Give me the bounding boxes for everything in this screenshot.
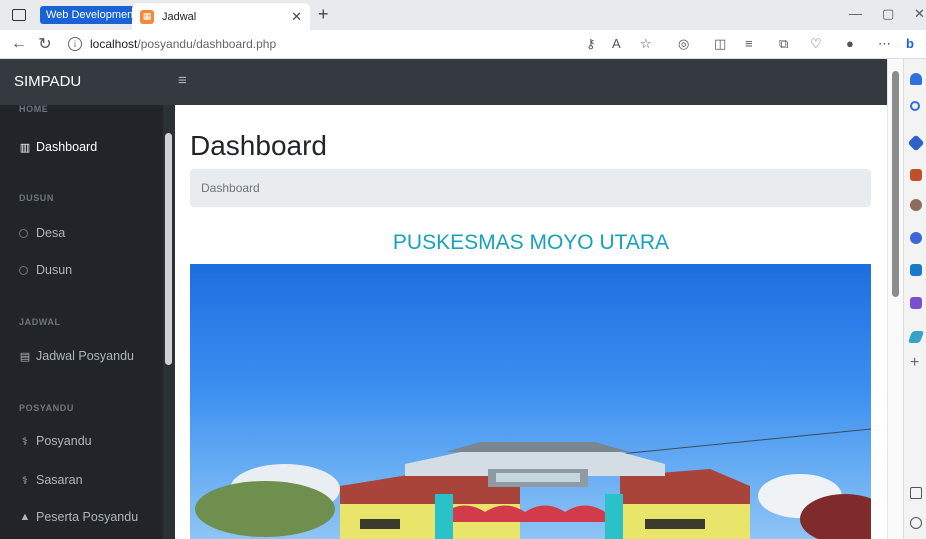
designer-icon[interactable]	[910, 297, 922, 309]
tab-actions-icon[interactable]	[12, 9, 26, 21]
page-title: Dashboard	[190, 130, 327, 161]
search-icon[interactable]	[910, 101, 920, 111]
bell-icon[interactable]	[910, 73, 922, 85]
profile-avatar[interactable]: ●	[846, 36, 854, 51]
stethoscope-icon: ⚕	[22, 435, 28, 448]
stethoscope-icon: ⚕	[22, 474, 28, 487]
sidebar-heading-jadwal: JADWAL	[19, 317, 61, 327]
sidebar-heading-posyandu: POSYANDU	[19, 403, 74, 413]
back-icon[interactable]: ←	[6, 35, 32, 53]
sidebar-item-dashboard[interactable]: ▥ Dashboard	[19, 140, 97, 154]
favorite-star-icon[interactable]: ☆	[640, 36, 652, 52]
settings-gear-icon[interactable]	[910, 517, 922, 529]
calendar-icon: ▤	[19, 350, 31, 363]
breadcrumb: Dashboard	[190, 169, 871, 207]
edge-sidebar: +	[903, 59, 926, 539]
office-icon[interactable]	[910, 232, 922, 244]
page-scroll-thumb[interactable]	[892, 71, 899, 297]
sidebar-scroll-thumb[interactable]	[165, 133, 172, 365]
tab-title: Jadwal	[162, 10, 197, 23]
sidebar-item-posyandu[interactable]: ⚕ Posyandu	[19, 434, 92, 448]
top-navbar: SIMPADU ≡	[0, 59, 887, 105]
restore-icon[interactable]: ▢	[882, 6, 894, 22]
sidebar-scrollbar[interactable]	[163, 105, 175, 539]
building-icon: ▥	[19, 141, 31, 154]
browser-essentials-icon[interactable]: ♡	[810, 36, 822, 52]
building-photo-drawing	[195, 428, 871, 539]
more-icon[interactable]: ⋯	[878, 36, 891, 52]
close-tab-icon[interactable]: ✕	[291, 9, 302, 25]
sidebar: HOME ▥ Dashboard DUSUN Desa Dusun JADWAL…	[0, 105, 175, 539]
sidebar-item-dusun[interactable]: Dusun	[19, 263, 72, 277]
sidebar-item-desa[interactable]: Desa	[19, 226, 65, 240]
games-icon[interactable]	[910, 199, 922, 211]
close-window-icon[interactable]: ✕	[914, 6, 925, 22]
tag-icon[interactable]	[907, 134, 925, 152]
sidebar-heading-dusun: DUSUN	[19, 193, 55, 203]
minimize-icon[interactable]: —	[849, 6, 862, 21]
collections-icon[interactable]: ⧉	[779, 36, 788, 52]
active-tab[interactable]: ▦ Jadwal ✕	[132, 3, 310, 30]
split-screen-icon[interactable]: ◫	[714, 36, 726, 52]
sidebar-toggle-icon[interactable]	[910, 487, 922, 499]
sidebar-item-jadwal-posyandu[interactable]: ▤ Jadwal Posyandu	[19, 349, 134, 363]
new-tab-icon[interactable]: +	[318, 4, 329, 25]
browser-tab-strip: Web Development ▦ Jadwal ✕ + — ▢ ✕	[0, 0, 926, 30]
main-content: Dashboard Dashboard PUSKESMAS MOYO UTARA	[175, 105, 887, 539]
address-bar: ← ↻ i localhost/posyandu/dashboard.php ⚷…	[0, 30, 926, 59]
user-icon: ▲	[19, 511, 31, 523]
tab-favicon-icon: ▦	[140, 9, 154, 24]
url-field[interactable]: localhost/posyandu/dashboard.php	[90, 37, 276, 51]
tab-group-chip[interactable]: Web Development	[40, 6, 143, 24]
page-scrollbar[interactable]	[887, 59, 903, 539]
refresh-icon[interactable]: ↻	[32, 34, 58, 54]
brand-logo-text[interactable]: SIMPADU	[14, 73, 81, 90]
outlook-icon[interactable]	[910, 264, 922, 276]
favorites-icon[interactable]: ≡	[745, 36, 753, 51]
copilot-icon[interactable]: b	[906, 36, 914, 51]
circle-icon	[19, 228, 28, 238]
puskesmas-building-photo	[190, 264, 871, 539]
sidebar-heading-home: HOME	[19, 105, 49, 114]
sidebar-item-sasaran[interactable]: ⚕ Sasaran	[19, 473, 83, 487]
menu-toggle-icon[interactable]: ≡	[178, 72, 187, 89]
extensions-icon[interactable]: ◎	[678, 36, 689, 52]
read-aloud-icon[interactable]: A	[612, 36, 621, 51]
add-icon[interactable]: +	[910, 355, 922, 371]
briefcase-icon[interactable]	[910, 169, 922, 181]
headline: PUSKESMAS MOYO UTARA	[392, 231, 670, 254]
send-icon[interactable]	[907, 331, 925, 343]
key-icon[interactable]: ⚷	[586, 36, 596, 52]
circle-icon	[19, 265, 28, 275]
sidebar-item-peserta-posyandu[interactable]: ▲ Peserta Posyandu	[19, 510, 139, 524]
site-info-icon[interactable]: i	[68, 37, 82, 51]
